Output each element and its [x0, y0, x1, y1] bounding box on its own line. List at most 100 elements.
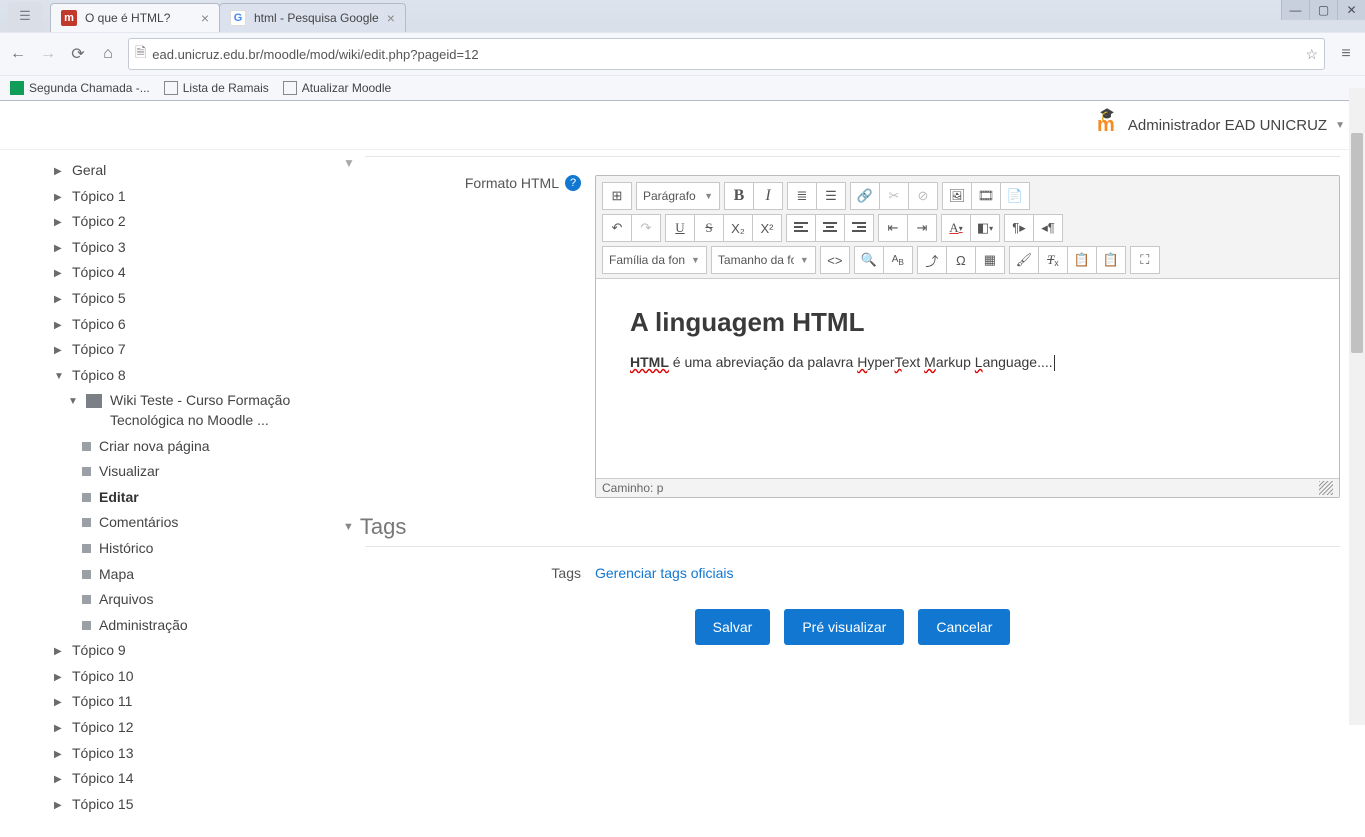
sidebar-item[interactable]: Criar nova página [82, 437, 345, 457]
sidebar-item[interactable]: Arquivos [82, 590, 345, 610]
find-replace-icon[interactable]: 🔍 [854, 246, 884, 274]
superscript-icon[interactable]: X² [752, 214, 782, 242]
sidebar-item[interactable]: ▶Tópico 12 [54, 718, 345, 738]
scroll-thumb[interactable] [1351, 133, 1363, 353]
sidebar-item[interactable]: ▶Tópico 11 [54, 692, 345, 712]
bullet-list-icon[interactable]: ≣ [787, 182, 817, 210]
manage-tags-link[interactable]: Gerenciar tags oficiais [595, 565, 734, 581]
sidebar-item[interactable]: ▶Tópico 3 [54, 238, 345, 258]
sidebar-item[interactable]: ▶Tópico 5 [54, 289, 345, 309]
prevent-link-icon[interactable]: ⊘ [908, 182, 938, 210]
sidebar-item[interactable]: ▶Geral [54, 161, 345, 181]
align-left-icon[interactable] [786, 214, 816, 242]
sidebar-item[interactable]: ▶Tópico 13 [54, 744, 345, 764]
close-tab-icon[interactable]: × [387, 10, 395, 26]
paragraph-select[interactable]: Parágrafo▼ [636, 182, 720, 210]
image-icon[interactable]: 🖼 [942, 182, 972, 210]
window-minimize[interactable]: — [1281, 0, 1309, 20]
special-char-icon[interactable]: Ω [946, 246, 976, 274]
browser-tab[interactable]: mO que é HTML?× [50, 3, 220, 32]
clear-format-brush-icon[interactable]: 🖌 [1009, 246, 1039, 274]
sidebar-item[interactable]: Administração [82, 616, 345, 636]
fullscreen-icon[interactable]: ⛶ [1130, 246, 1160, 274]
cancel-button[interactable]: Cancelar [918, 609, 1010, 645]
square-icon [82, 467, 91, 476]
caret-right-icon: ▶ [54, 672, 64, 683]
window-close[interactable]: ✕ [1337, 0, 1365, 20]
sidebar-item[interactable]: Mapa [82, 565, 345, 585]
clear-format-icon[interactable]: Tₓ [1038, 246, 1068, 274]
home-button[interactable]: ⌂ [98, 45, 118, 63]
font-family-select[interactable]: Família da font▼ [602, 246, 707, 274]
sidebar-item[interactable]: ▶Tópico 4 [54, 263, 345, 283]
bg-color-icon[interactable]: ◧▾ [970, 214, 1000, 242]
sidebar-item[interactable]: ▶Tópico 1 [54, 187, 345, 207]
sidebar-item[interactable]: Editar [82, 488, 345, 508]
collapse-section-icon[interactable]: ▼ [343, 156, 355, 170]
sidebar-item[interactable]: ▶Tópico 9 [54, 641, 345, 661]
address-bar[interactable]: 🗎 ead.unicruz.edu.br/moodle/mod/wiki/edi… [128, 38, 1325, 70]
text-color-icon[interactable]: A▾ [941, 214, 971, 242]
back-button[interactable]: ← [8, 45, 28, 63]
underline-icon[interactable]: U [665, 214, 695, 242]
browser-menu-button[interactable]: ≡ [1335, 45, 1357, 63]
bold-icon[interactable]: B [724, 182, 754, 210]
media-icon[interactable]: 🎞 [971, 182, 1001, 210]
align-center-icon[interactable] [815, 214, 845, 242]
undo-icon[interactable]: ↶ [602, 214, 632, 242]
close-tab-icon[interactable]: × [201, 10, 209, 26]
app-menu-icon[interactable]: ☰ [8, 2, 42, 30]
bookmark-star-icon[interactable]: ☆ [1305, 46, 1318, 63]
sidebar-item[interactable]: ▼ Tópico 8 [54, 366, 345, 386]
bookmark-item[interactable]: Atualizar Moodle [283, 81, 391, 95]
unlink-icon[interactable]: ✂ [879, 182, 909, 210]
ltr-icon[interactable]: ¶▸ [1004, 214, 1034, 242]
sidebar-item[interactable]: ▶Tópico 2 [54, 212, 345, 232]
html-source-icon[interactable]: <> [820, 246, 850, 274]
window-maximize[interactable]: ▢ [1309, 0, 1337, 20]
resize-handle-icon[interactable] [1319, 481, 1333, 495]
sidebar-item[interactable]: ▶Tópico 7 [54, 340, 345, 360]
table-icon[interactable]: ▦ [975, 246, 1005, 274]
editor-content[interactable]: A linguagem HTML HTML é uma abreviação d… [596, 278, 1339, 478]
sidebar-item-label: Tópico 8 [72, 366, 126, 386]
sidebar-item[interactable]: Comentários [82, 513, 345, 533]
tags-section-header[interactable]: ▼ Tags [343, 514, 1340, 540]
toolbar-toggle-icon[interactable]: ⊞ [602, 182, 632, 210]
help-icon[interactable]: ? [565, 175, 581, 191]
number-list-icon[interactable]: ☰ [816, 182, 846, 210]
italic-icon[interactable]: I [753, 182, 783, 210]
browser-tab[interactable]: Ghtml - Pesquisa Google× [219, 3, 406, 32]
strike-icon[interactable]: S [694, 214, 724, 242]
insert-nbsp-icon[interactable]: AB [883, 246, 913, 274]
save-button[interactable]: Salvar [695, 609, 771, 645]
square-icon [82, 570, 91, 579]
redo-icon[interactable]: ↷ [631, 214, 661, 242]
sidebar-item[interactable]: ▼Wiki Teste - Curso Formação Tecnológica… [68, 391, 345, 430]
sidebar-item[interactable]: ▶Tópico 14 [54, 769, 345, 789]
page-scrollbar[interactable] [1349, 88, 1365, 725]
bookmark-item[interactable]: Lista de Ramais [164, 81, 269, 95]
file-icon[interactable]: 📄 [1000, 182, 1030, 210]
subscript-icon[interactable]: X₂ [723, 214, 753, 242]
align-right-icon[interactable] [844, 214, 874, 242]
indent-icon[interactable]: ⇥ [907, 214, 937, 242]
preview-button[interactable]: Pré visualizar [784, 609, 904, 645]
paste-word-icon[interactable]: 📋 [1096, 246, 1126, 274]
paste-text-icon[interactable]: 📋 [1067, 246, 1097, 274]
link-icon[interactable]: 🔗 [850, 182, 880, 210]
outdent-icon[interactable]: ⇤ [878, 214, 908, 242]
sidebar-item[interactable]: ▶Tópico 10 [54, 667, 345, 687]
user-menu[interactable]: ṁ Administrador EAD UNICRUZ ▼ [1092, 111, 1345, 139]
sidebar-item[interactable]: Visualizar [82, 462, 345, 482]
insert-char-upload-icon[interactable]: ⤴ [917, 246, 947, 274]
bookmark-item[interactable]: Segunda Chamada -... [10, 81, 150, 95]
caret-down-icon: ▼ [54, 371, 64, 382]
forward-button[interactable]: → [38, 45, 58, 63]
sidebar-item[interactable]: ▶Tópico 6 [54, 315, 345, 335]
sidebar-item[interactable]: Histórico [82, 539, 345, 559]
rtl-icon[interactable]: ◂¶ [1033, 214, 1063, 242]
font-size-select[interactable]: Tamanho da fon▼ [711, 246, 816, 274]
sidebar-item[interactable]: ▶Tópico 15 [54, 795, 345, 815]
reload-button[interactable]: ⟳ [68, 44, 88, 64]
